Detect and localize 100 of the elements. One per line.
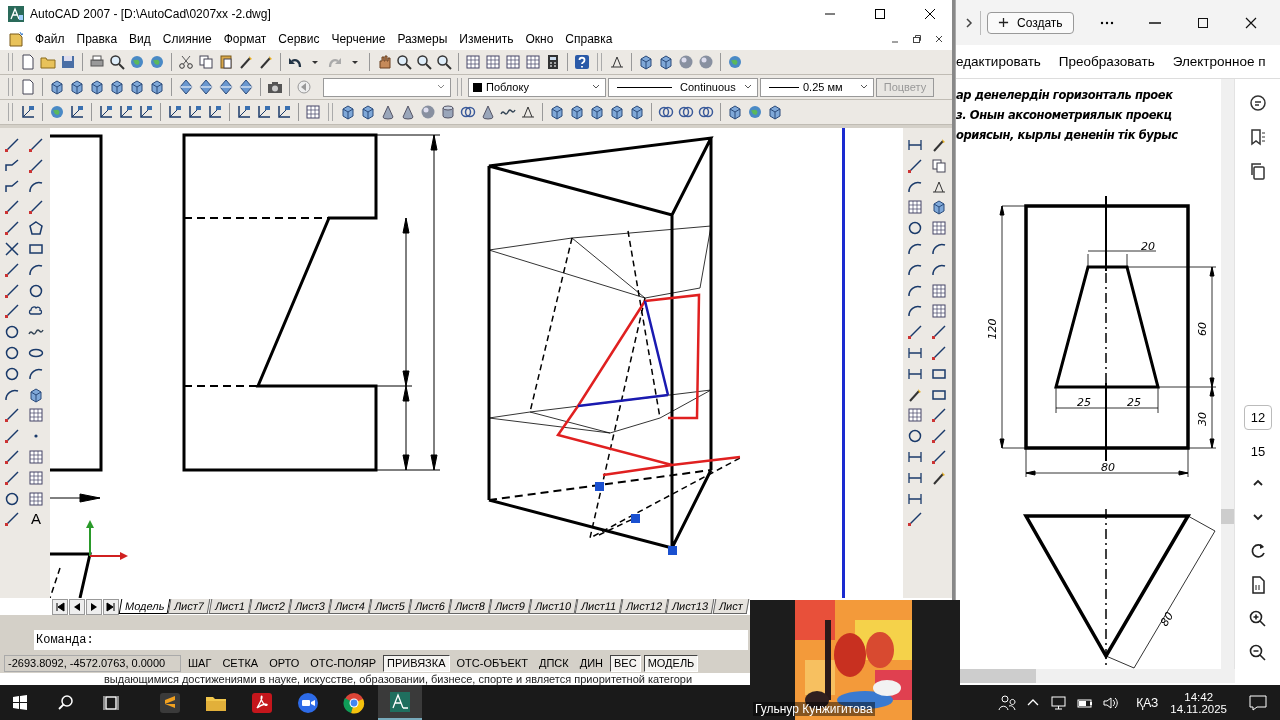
cube-icon[interactable] [108,79,126,95]
search-icon[interactable] [435,54,453,70]
status-toggle[interactable]: МОДЕЛЬ [643,655,699,672]
paste-icon[interactable] [217,54,235,70]
cube-icon[interactable] [568,104,586,120]
search-icon[interactable] [415,54,433,70]
line-icon[interactable] [3,407,21,424]
menu-item[interactable]: Файл [30,32,70,46]
toolbar-tab[interactable]: едактировать [956,54,1041,69]
grid-icon[interactable] [27,469,45,486]
cube-icon[interactable] [588,104,606,120]
toolbar-tab[interactable]: Преобразовать [1058,54,1155,69]
scrollbar[interactable] [1221,79,1234,669]
layout-tab[interactable]: Лист7 [168,599,211,614]
grid-icon[interactable] [27,407,45,424]
cube-icon[interactable] [148,79,166,95]
dimension-icon[interactable] [906,137,924,153]
grid-icon[interactable] [304,104,322,120]
layout-tab[interactable]: Лист11 [574,599,623,614]
cube-icon[interactable] [657,54,675,70]
ucs-icon[interactable] [206,104,224,120]
polyline-icon[interactable] [3,157,21,174]
layout-tab[interactable]: Лист6 [408,599,452,614]
globe-icon[interactable] [148,54,166,70]
diamond-icon[interactable] [197,79,215,95]
status-toggle[interactable]: ДИН [575,655,607,672]
line-icon[interactable] [3,428,21,445]
help-icon[interactable] [573,54,591,70]
grid-icon[interactable] [906,407,924,424]
ucs-icon[interactable] [235,104,253,120]
line-icon[interactable] [930,344,948,361]
grid-icon[interactable] [27,490,45,507]
line-icon[interactable] [906,511,924,528]
status-toggle[interactable]: ПРИВЯЗКА [383,655,450,672]
copy-icon[interactable] [930,157,948,174]
layout-tab[interactable]: Лист [712,599,749,614]
layer-dropdown[interactable] [323,77,451,97]
circle-icon[interactable] [3,324,21,341]
status-toggle[interactable]: ВЕС [610,655,641,672]
menu-item[interactable]: Справка [560,32,618,46]
toolbar-tab[interactable]: Электронное п [1172,54,1266,69]
cube-icon[interactable] [339,104,357,120]
cube-icon[interactable] [88,79,106,95]
polyline-icon[interactable] [3,178,21,195]
line-icon[interactable] [3,303,21,320]
ucs-icon[interactable] [19,104,37,120]
copy-icon[interactable] [197,54,215,70]
clock[interactable]: 14:42 14.11.2025 [1170,690,1227,715]
cube-icon[interactable] [930,199,948,216]
previous-tab-icon[interactable] [69,598,85,615]
line-icon[interactable] [930,428,948,445]
line-icon[interactable] [27,157,45,174]
menu-item[interactable]: Формат [218,32,272,46]
layout-tab[interactable]: Лист8 [448,599,492,614]
cube-icon[interactable] [128,79,146,95]
menu-item[interactable]: Изменить [454,32,519,46]
status-toggle[interactable]: ШАГ [184,655,216,672]
menu-item[interactable]: Слияние [157,32,217,46]
menu-item[interactable]: Вид [124,32,156,46]
zoom-in-icon[interactable] [1248,609,1268,629]
layout-tab[interactable]: Лист12 [619,599,669,614]
last-tab-icon[interactable] [103,598,119,615]
status-toggle[interactable]: ДПСК [535,655,573,672]
sphere-icon[interactable] [697,54,715,70]
next-tab-icon[interactable] [86,598,102,615]
grid-icon[interactable] [930,303,948,320]
line-icon[interactable] [3,282,21,299]
cube-icon[interactable] [608,104,626,120]
rectangle-icon[interactable] [27,241,45,257]
status-toggle[interactable]: СЕТКА [218,655,263,672]
line-icon[interactable] [3,261,21,278]
cube-icon[interactable] [766,104,784,120]
layout-tab[interactable]: Лист4 [328,599,371,614]
menu-item[interactable]: Правка [71,32,123,46]
cube-icon[interactable] [68,79,86,95]
restore-icon[interactable] [910,32,924,46]
grid-icon[interactable] [464,54,482,70]
cross-icon[interactable] [3,241,21,257]
rings-icon[interactable] [459,104,477,120]
line-icon[interactable] [27,137,45,153]
line-icon[interactable] [3,511,21,528]
grid-icon[interactable] [930,220,948,237]
menu-item[interactable]: Размеры [392,32,453,46]
grip-handle[interactable] [595,482,604,491]
brush-icon[interactable] [906,386,924,403]
rings-icon[interactable] [657,104,675,120]
create-button[interactable]: Создать [987,11,1074,34]
line-icon[interactable] [27,199,45,216]
grip-handle[interactable] [631,514,640,523]
cube-icon[interactable] [726,104,744,120]
arc-icon[interactable] [930,241,948,257]
ucs-icon[interactable] [68,104,86,120]
grid-icon[interactable] [930,282,948,299]
line-icon[interactable] [906,324,924,341]
line-icon[interactable] [3,448,21,465]
circle-icon[interactable] [3,490,21,507]
chevron-right-icon[interactable] [964,15,974,30]
circle-icon[interactable] [906,220,924,237]
line-icon[interactable] [3,469,21,486]
layout-tab[interactable]: Модель [118,599,171,614]
